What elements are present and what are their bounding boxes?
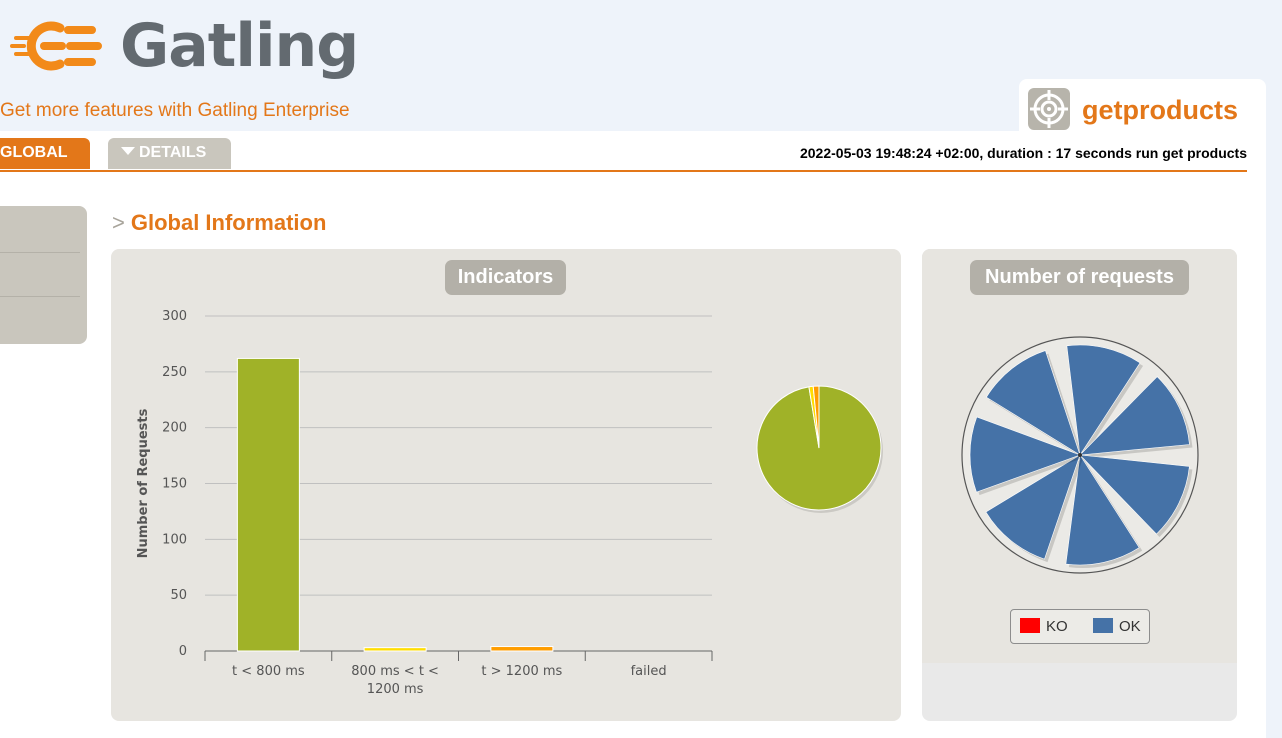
target-icon bbox=[1028, 88, 1070, 130]
gatling-logo-icon bbox=[10, 21, 102, 71]
triangle-down-icon bbox=[121, 147, 135, 155]
y-tick-label: 150 bbox=[162, 477, 187, 492]
x-tick-label: t < 800 ms bbox=[232, 664, 305, 679]
x-tick-label: 800 ms < t < bbox=[351, 664, 439, 679]
y-tick-label: 200 bbox=[162, 421, 187, 436]
pie-center bbox=[1078, 453, 1082, 457]
requests-chart bbox=[961, 336, 1199, 574]
legend-ok-swatch[interactable] bbox=[1093, 618, 1113, 633]
y-tick-label: 100 bbox=[162, 532, 187, 547]
y-axis-label: Number of Requests bbox=[136, 408, 151, 558]
indicators-panel: Indicators 0 50 100 150 200 250 300 t < 800 ms 8… bbox=[111, 249, 901, 721]
bar bbox=[236, 357, 300, 652]
gatling-logo[interactable]: Gatling bbox=[10, 11, 359, 81]
y-tick-label: 300 bbox=[162, 309, 187, 324]
tab-details[interactable]: DETAILS bbox=[108, 138, 231, 169]
enterprise-link[interactable]: Get more features with Gatling Enterpris… bbox=[0, 100, 350, 122]
section-title-text: Global Information bbox=[130, 210, 327, 235]
gatling-wordmark: Gatling bbox=[120, 11, 359, 81]
x-tick-label: 1200 ms bbox=[367, 682, 424, 697]
side-menu bbox=[0, 206, 87, 344]
section-title: > Global Information bbox=[112, 210, 326, 236]
requests-legend: KO OK bbox=[1010, 609, 1150, 644]
bar bbox=[363, 647, 427, 652]
y-tick-label: 50 bbox=[170, 588, 187, 603]
run-info: 2022-05-03 19:48:24 +02:00, duration : 1… bbox=[799, 145, 1247, 161]
simulation-name: getproducts bbox=[1082, 95, 1239, 125]
tab-global[interactable]: GLOBAL bbox=[0, 138, 90, 169]
indicators-title: Indicators bbox=[445, 260, 566, 295]
section-prefix: > bbox=[112, 210, 125, 235]
side-menu-divider bbox=[0, 296, 80, 297]
legend-ko-swatch[interactable] bbox=[1020, 618, 1040, 633]
requests-panel: Number of requests bbox=[922, 249, 1237, 721]
tab-underline bbox=[0, 170, 1247, 172]
side-menu-divider bbox=[0, 252, 80, 253]
legend-ok-label[interactable]: OK bbox=[1119, 618, 1141, 635]
legend-ko-label[interactable]: KO bbox=[1046, 618, 1068, 635]
indicators-chart: 0 50 100 150 200 250 300 t < 800 ms 800 ms < t <… bbox=[136, 309, 883, 697]
tab-details-label: DETAILS bbox=[139, 144, 207, 161]
x-tick-label: failed bbox=[631, 664, 667, 679]
simulation-header: getproducts bbox=[1019, 79, 1266, 139]
x-tick-label: t > 1200 ms bbox=[481, 664, 562, 679]
y-tick-label: 250 bbox=[162, 365, 187, 380]
tab-global-label: GLOBAL bbox=[0, 144, 68, 161]
bar bbox=[490, 646, 554, 652]
y-tick-label: 0 bbox=[179, 644, 187, 659]
